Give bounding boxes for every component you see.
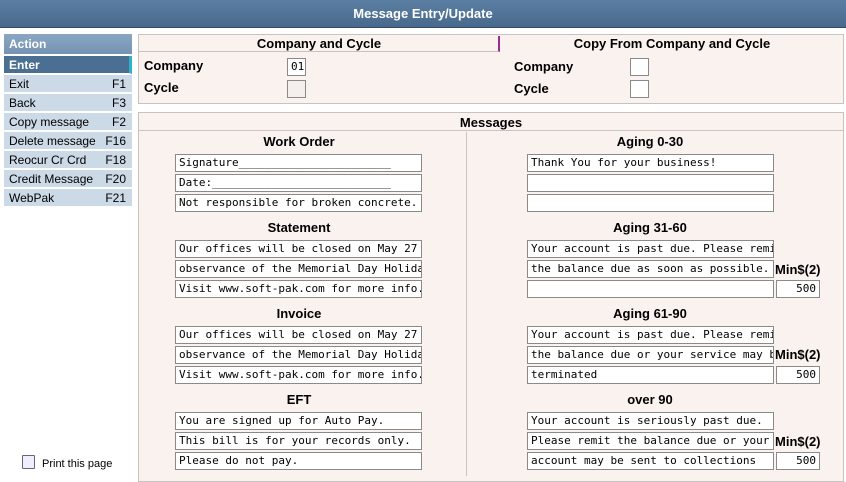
company-field[interactable]: 01 [287, 58, 306, 76]
aging-0-30-line-1[interactable]: Thank You for your business! [527, 154, 774, 172]
copy-from-header: Copy From Company and Cycle [573, 36, 771, 51]
invoice-title: Invoice [276, 306, 322, 321]
aging-0-30-line-2[interactable] [527, 174, 774, 192]
action-key: F21 [105, 191, 126, 205]
action-key: F3 [111, 96, 126, 110]
aging-61-90-min-field[interactable]: 500 [776, 366, 820, 384]
print-label: Print this page [42, 458, 113, 470]
cycle-field[interactable] [287, 80, 306, 98]
action-label: Back [9, 96, 36, 110]
aging-31-60-line-1[interactable]: Your account is past due. Please remit [527, 240, 774, 258]
action-label: Reocur Cr Crd [9, 153, 87, 167]
work-order-line-2[interactable]: Date:___________________________ [175, 174, 422, 192]
eft-title: EFT [286, 392, 312, 407]
aging-31-60-min-field[interactable]: 500 [776, 280, 820, 298]
action-key: F20 [105, 172, 126, 186]
statement-title: Statement [267, 220, 331, 235]
action-header: Action [4, 34, 132, 54]
invoice-line-1[interactable]: Our offices will be closed on May 27 in [175, 326, 422, 344]
aging-61-90-line-3[interactable]: terminated [527, 366, 774, 384]
eft-line-2[interactable]: This bill is for your records only. [175, 432, 422, 450]
work-order-line-3[interactable]: Not responsible for broken concrete. [175, 194, 422, 212]
statement-line-2[interactable]: observance of the Memorial Day Holiday. [175, 260, 422, 278]
page-title: Message Entry/Update [0, 0, 846, 28]
aging-31-60-min-label: Min$(2) [775, 262, 821, 277]
aging-31-60-line-3[interactable] [527, 280, 774, 298]
copy-cycle-field[interactable] [630, 80, 649, 98]
aging-61-90-title: Aging 61-90 [613, 306, 687, 321]
aging-0-30-line-3[interactable] [527, 194, 774, 212]
printer-icon [22, 455, 35, 469]
copy-company-label: Company [514, 59, 574, 74]
action-back[interactable]: Back F3 [4, 94, 132, 112]
action-enter[interactable]: Enter [4, 56, 132, 74]
over-90-title: over 90 [627, 392, 673, 407]
over-90-line-1[interactable]: Your account is seriously past due. [527, 412, 774, 430]
company-label: Company [144, 58, 204, 73]
eft-line-3[interactable]: Please do not pay. [175, 452, 422, 470]
work-order-line-1[interactable]: Signature_______________________ [175, 154, 422, 172]
messages-divider [466, 132, 467, 476]
action-label: Delete message [9, 134, 96, 148]
action-label: Credit Message [9, 172, 94, 186]
over-90-min-field[interactable]: 500 [776, 452, 820, 470]
action-label: WebPak [9, 191, 55, 205]
aging-61-90-min-label: Min$(2) [775, 347, 821, 362]
action-key: F18 [105, 153, 126, 167]
main-content: Company and Cycle Copy From Company and … [138, 34, 846, 482]
copy-cycle-label: Cycle [514, 81, 549, 96]
aging-61-90-line-2[interactable]: the balance due or your service may be [527, 346, 774, 364]
aging-61-90-line-1[interactable]: Your account is past due. Please remit [527, 326, 774, 344]
action-label: Exit [9, 77, 30, 91]
action-webpak[interactable]: WebPak F21 [4, 189, 132, 207]
action-credit-message[interactable]: Credit Message F20 [4, 170, 132, 188]
statement-line-3[interactable]: Visit www.soft-pak.com for more info. [175, 280, 422, 298]
invoice-line-2[interactable]: observance of the Memorial Day Holiday. [175, 346, 422, 364]
over-90-min-label: Min$(2) [775, 434, 821, 449]
work-order-title: Work Order [263, 134, 335, 149]
action-exit[interactable]: Exit F1 [4, 75, 132, 93]
action-key: F16 [105, 134, 126, 148]
over-90-line-2[interactable]: Please remit the balance due or your [527, 432, 774, 450]
action-copy-message[interactable]: Copy message F2 [4, 113, 132, 131]
action-label: Enter [9, 58, 40, 72]
copy-company-field[interactable] [630, 58, 649, 76]
over-90-line-3[interactable]: account may be sent to collections [527, 452, 774, 470]
invoice-line-3[interactable]: Visit www.soft-pak.com for more info. [175, 366, 422, 384]
action-key: F1 [111, 77, 126, 91]
action-label: Copy message [9, 115, 90, 129]
action-delete-message[interactable]: Delete message F16 [4, 132, 132, 150]
aging-31-60-line-2[interactable]: the balance due as soon as possible. [527, 260, 774, 278]
action-sidebar: Action Enter Exit F1 Back F3 Copy message F… [0, 28, 135, 482]
aging-0-30-title: Aging 0-30 [616, 134, 684, 149]
cycle-label: Cycle [144, 80, 179, 95]
action-key: F2 [111, 115, 126, 129]
aging-31-60-title: Aging 31-60 [613, 220, 687, 235]
company-cycle-header: Company and Cycle [256, 36, 382, 51]
messages-header: Messages [138, 115, 844, 131]
eft-line-1[interactable]: You are signed up for Auto Pay. [175, 412, 422, 430]
statement-line-1[interactable]: Our offices will be closed on May 27 in [175, 240, 422, 258]
action-reocur-cr-crd[interactable]: Reocur Cr Crd F18 [4, 151, 132, 169]
